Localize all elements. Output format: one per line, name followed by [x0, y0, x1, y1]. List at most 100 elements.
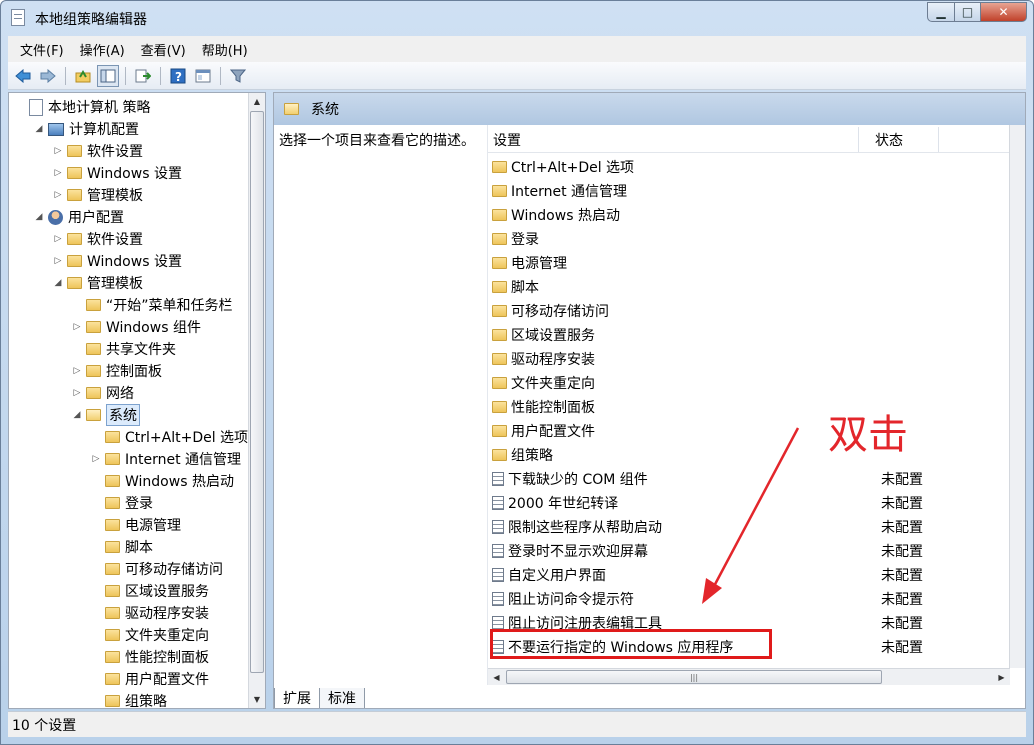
tree-expander-icon[interactable]: ▷	[53, 146, 63, 156]
properties-icon[interactable]	[192, 65, 214, 87]
horizontal-scroll-thumb[interactable]: |||	[506, 670, 882, 684]
list-item-name: 自定义用户界面	[508, 568, 606, 584]
tree-pane[interactable]: 本地计算机 策略 ◢ 计算机配置 ▷ 软件设置 ▷ Windows 设置 ▷ 管理模板 ◢ 用户配置…	[8, 92, 266, 709]
tree-item[interactable]: 电源管理	[91, 514, 181, 536]
tree-item[interactable]: ▷ Internet 通信管理	[91, 448, 242, 470]
list-item[interactable]: 自定义用户界面 未配置	[488, 563, 1010, 587]
tree-item[interactable]: ▷ Windows 组件	[72, 316, 201, 338]
policy-setting-icon	[492, 592, 504, 606]
list-item[interactable]: 限制这些程序从帮助启动 未配置	[488, 515, 1010, 539]
column-header-setting[interactable]: 设置	[488, 127, 859, 152]
tree-item[interactable]: ▷ 管理模板	[53, 184, 143, 206]
list-item[interactable]: 可移动存储访问	[488, 299, 1010, 323]
tab-standard[interactable]: 标准	[319, 688, 365, 708]
tree-item[interactable]: ▷ Windows 设置	[53, 250, 182, 272]
scroll-left-arrow[interactable]: ◀	[488, 669, 505, 685]
settings-list[interactable]: 设置 状态 Ctrl+Alt+Del 选项 Internet 通信管理 Window…	[487, 125, 1025, 685]
list-item[interactable]: 登录时不显示欢迎屏幕 未配置	[488, 539, 1010, 563]
list-item[interactable]: 登录	[488, 227, 1010, 251]
tree-item[interactable]: 共享文件夹	[72, 338, 176, 360]
close-button[interactable]: ✕	[981, 2, 1027, 22]
maximize-button[interactable]: □	[955, 2, 981, 22]
tree-item-label: 共享文件夹	[106, 342, 176, 358]
tree-item[interactable]: ▷ 软件设置	[53, 228, 143, 250]
tree-item[interactable]: ◢ 用户配置	[34, 206, 124, 228]
list-item[interactable]: 下载缺少的 COM 组件 未配置	[488, 467, 1010, 491]
back-icon[interactable]	[12, 65, 34, 87]
tree-scrollbar[interactable]: ▲ ▼	[248, 93, 265, 708]
list-vertical-scrollbar[interactable]	[1009, 125, 1025, 668]
tree-item-label: Internet 通信管理	[125, 452, 242, 468]
up-folder-icon[interactable]	[72, 65, 94, 87]
menu-help[interactable]: 帮助(H)	[196, 40, 254, 59]
list-item[interactable]: 驱动程序安装	[488, 347, 1010, 371]
minimize-button[interactable]: ▁	[927, 2, 955, 22]
tree-expander-icon[interactable]: ◢	[53, 278, 63, 288]
filter-icon[interactable]	[227, 65, 249, 87]
folder-icon	[492, 305, 507, 317]
tree-item[interactable]: 登录	[91, 492, 153, 514]
tree-expander-icon[interactable]: ▷	[72, 366, 82, 376]
policy-setting-icon	[492, 472, 504, 486]
list-horizontal-scrollbar[interactable]: ◀ ||| ▶	[488, 668, 1010, 685]
toolbar-separator	[160, 66, 161, 85]
tree-expander-icon[interactable]: ◢	[34, 212, 44, 222]
list-item[interactable]: 性能控制面板	[488, 395, 1010, 419]
tree-item[interactable]: 区域设置服务	[91, 580, 209, 602]
list-item[interactable]: Ctrl+Alt+Del 选项	[488, 155, 1010, 179]
list-item[interactable]: 阻止访问命令提示符 未配置	[488, 587, 1010, 611]
tree-item[interactable]: 脚本	[91, 536, 153, 558]
tree-item[interactable]: ◢ 计算机配置	[34, 118, 139, 140]
export-icon[interactable]	[132, 65, 154, 87]
forward-icon[interactable]	[37, 65, 59, 87]
tree-item[interactable]: 本地计算机 策略	[15, 96, 150, 118]
tree-item[interactable]: 文件夹重定向	[91, 624, 209, 646]
tree-item[interactable]: ◢ 系统	[72, 404, 140, 426]
list-item[interactable]: 组策略	[488, 443, 1010, 467]
list-item[interactable]: 文件夹重定向	[488, 371, 1010, 395]
tree-item[interactable]: 性能控制面板	[91, 646, 209, 668]
menu-action[interactable]: 操作(A)	[74, 40, 131, 59]
list-item[interactable]: 电源管理	[488, 251, 1010, 275]
tree-scroll-thumb[interactable]	[250, 111, 264, 673]
tree-item-label: 组策略	[125, 694, 167, 709]
folder-icon	[492, 185, 507, 197]
list-item[interactable]: 脚本	[488, 275, 1010, 299]
tree-item[interactable]: ▷ 控制面板	[72, 360, 162, 382]
list-item[interactable]: 区域设置服务	[488, 323, 1010, 347]
tree-expander-icon[interactable]: ▷	[53, 190, 63, 200]
tree-expander-icon[interactable]: ◢	[72, 410, 82, 420]
tree-item[interactable]: ▷ 网络	[72, 382, 134, 404]
tab-extended[interactable]: 扩展	[274, 688, 320, 708]
tree-item[interactable]: ◢ 管理模板	[53, 272, 143, 294]
tree-item[interactable]: 用户配置文件	[91, 668, 209, 690]
tree-item[interactable]: 组策略	[91, 690, 167, 709]
tree-item[interactable]: “开始”菜单和任务栏	[72, 294, 233, 316]
tree-expander-icon[interactable]: ◢	[34, 124, 44, 134]
tree-item[interactable]: ▷ 软件设置	[53, 140, 143, 162]
tree-item[interactable]: ▷ Windows 设置	[53, 162, 182, 184]
show-tree-icon[interactable]	[97, 64, 119, 87]
scroll-up-arrow[interactable]: ▲	[249, 93, 265, 110]
list-item[interactable]: 用户配置文件	[488, 419, 1010, 443]
tree-expander-icon[interactable]: ▷	[72, 322, 82, 332]
list-item[interactable]: Windows 热启动	[488, 203, 1010, 227]
tree-expander-icon[interactable]: ▷	[91, 454, 101, 464]
tree-expander-icon[interactable]: ▷	[72, 388, 82, 398]
help-icon[interactable]: ?	[167, 65, 189, 87]
list-item[interactable]: 2000 年世纪转译 未配置	[488, 491, 1010, 515]
tree-expander-icon[interactable]: ▷	[53, 168, 63, 178]
tree-item[interactable]: Windows 热启动	[91, 470, 234, 492]
tree-item[interactable]: 驱动程序安装	[91, 602, 209, 624]
tree-expander-icon[interactable]: ▷	[53, 256, 63, 266]
menu-view[interactable]: 查看(V)	[135, 40, 192, 59]
folder-icon	[105, 453, 120, 465]
menu-file[interactable]: 文件(F)	[14, 40, 70, 59]
tree-expander-icon[interactable]: ▷	[53, 234, 63, 244]
column-header-state[interactable]: 状态	[859, 127, 939, 152]
tree-item[interactable]: Ctrl+Alt+Del 选项	[91, 426, 248, 448]
list-item[interactable]: Internet 通信管理	[488, 179, 1010, 203]
scroll-down-arrow[interactable]: ▼	[249, 691, 265, 708]
scroll-right-arrow[interactable]: ▶	[993, 669, 1010, 685]
tree-item[interactable]: 可移动存储访问	[91, 558, 223, 580]
